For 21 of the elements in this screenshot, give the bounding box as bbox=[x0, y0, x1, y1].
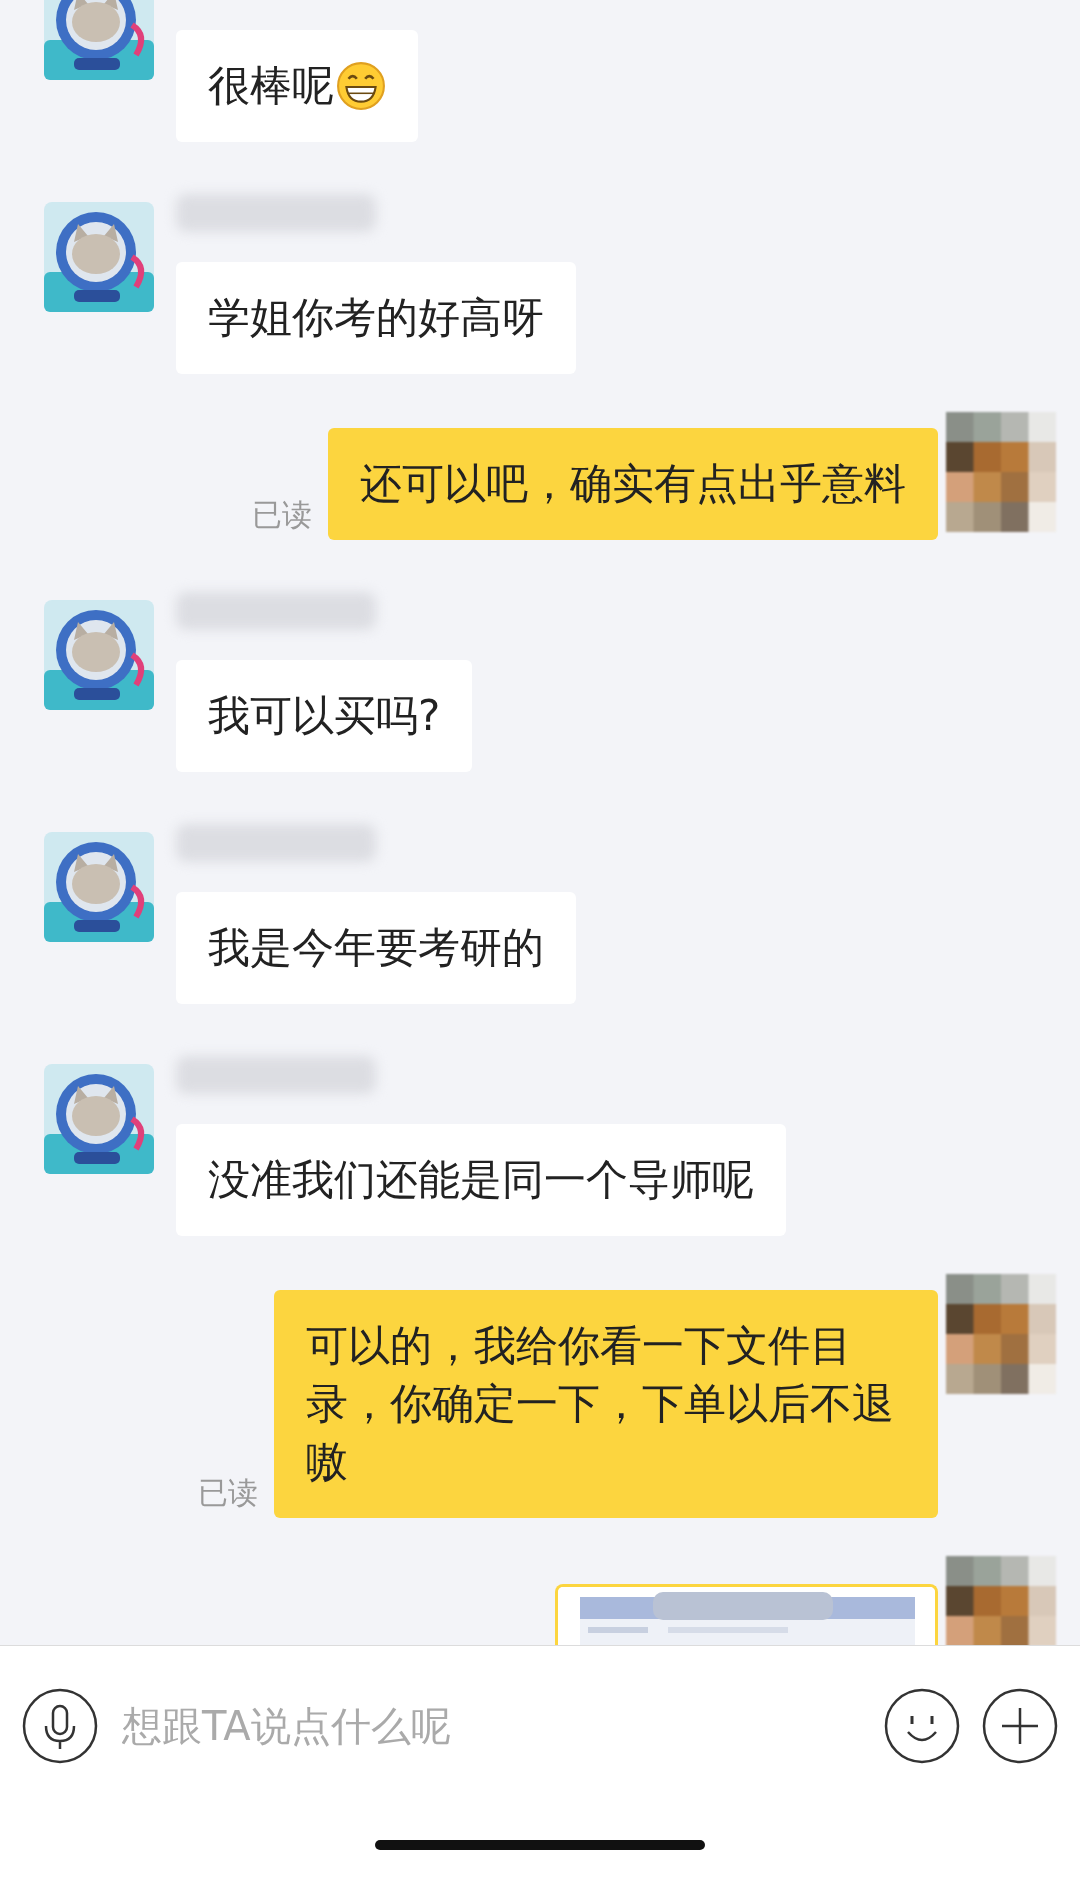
message-bubble: 还可以吧，确实有点出乎意料 bbox=[328, 428, 938, 540]
message-bubble: 学姐你考的好高呀 bbox=[176, 262, 576, 374]
cat-avatar[interactable] bbox=[44, 832, 154, 942]
pixelated-avatar[interactable] bbox=[946, 1556, 1056, 1645]
message-bubble: 我可以买吗? bbox=[176, 660, 473, 772]
cat-avatar[interactable] bbox=[44, 202, 154, 312]
message-bubble: 我是今年要考研的 bbox=[176, 892, 576, 1004]
microphone-button[interactable] bbox=[22, 1688, 98, 1764]
add-button[interactable] bbox=[982, 1688, 1058, 1764]
read-status: 已读 bbox=[252, 496, 312, 534]
pixelated-avatar[interactable] bbox=[946, 1274, 1056, 1394]
cat-avatar[interactable] bbox=[44, 1064, 154, 1174]
message-bubble: 可以的，我给你看一下文件目录，你确定一下，下单以后不退嗷 bbox=[274, 1290, 938, 1518]
emoji-button[interactable] bbox=[884, 1688, 960, 1764]
message-bubble: 没准我们还能是同一个导师呢 bbox=[176, 1124, 786, 1236]
pixelated-avatar[interactable] bbox=[946, 412, 1056, 532]
message-bubble: 很棒呢 bbox=[176, 30, 418, 142]
cat-avatar[interactable] bbox=[44, 600, 154, 710]
cat-avatar[interactable] bbox=[44, 0, 154, 80]
home-indicator[interactable] bbox=[375, 1839, 705, 1850]
read-status: 已读 bbox=[198, 1474, 258, 1512]
